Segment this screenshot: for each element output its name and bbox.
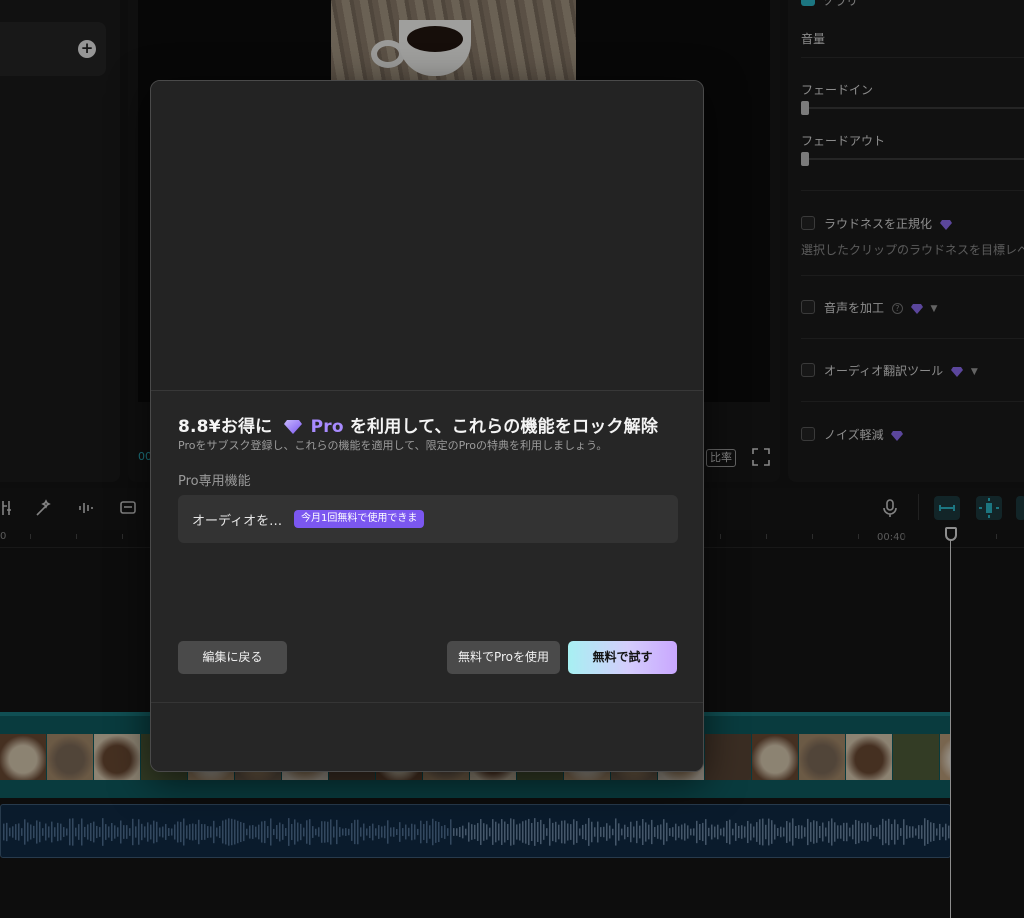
feature-preview-area: [151, 81, 703, 391]
dialog-title: 8.8¥お得に Pro を利用して、これらの機能をロック解除: [178, 412, 658, 437]
pro-gem-icon: [284, 420, 303, 434]
dialog-subtitle: Proをサブスク登録し、これらの機能を適用して、限定のProの特典を利用しましょ…: [178, 439, 608, 452]
pro-features-heading: Pro専用機能: [178, 474, 251, 489]
title-pro: Pro: [310, 417, 344, 437]
free-trial-badge: 今月1回無料で使用できま: [294, 510, 425, 528]
feature-name: オーディオを…: [192, 514, 283, 529]
title-prefix: 8.8¥お得に: [178, 417, 273, 437]
pro-feature-item: オーディオを… 今月1回無料で使用できま: [178, 495, 678, 543]
use-pro-free-button[interactable]: 無料でProを使用: [447, 641, 560, 674]
back-to-edit-button[interactable]: 編集に戻る: [178, 641, 287, 674]
dialog-footer: [151, 702, 703, 771]
title-suffix: を利用して、これらの機能をロック解除: [349, 417, 659, 437]
try-free-button[interactable]: 無料で試す: [568, 641, 677, 674]
